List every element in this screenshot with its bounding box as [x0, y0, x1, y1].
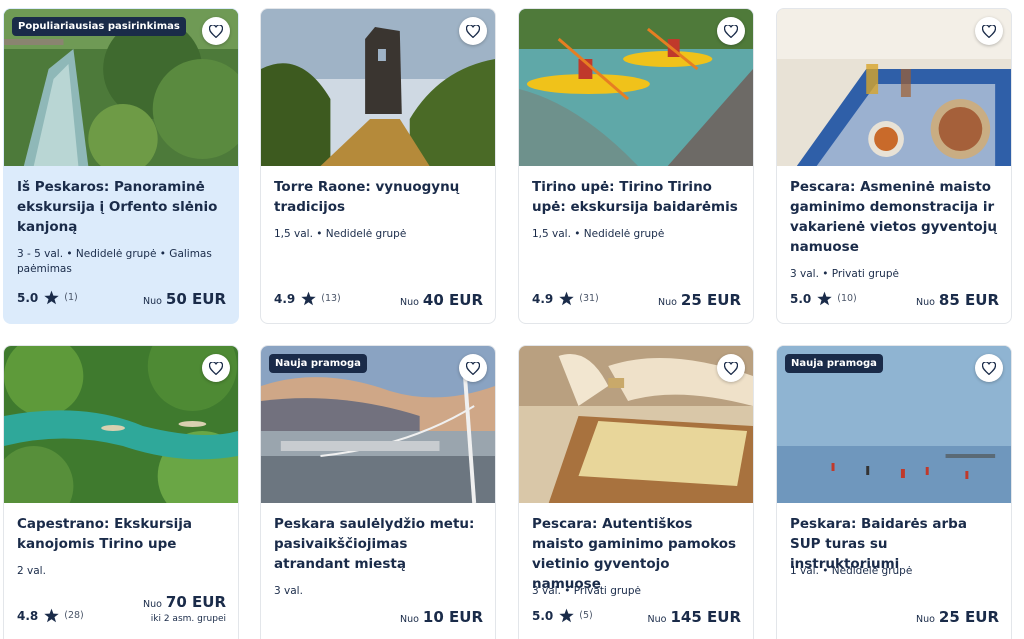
activity-card[interactable]: Capestrano: Ekskursija kanojomis Tirino … — [3, 345, 239, 639]
activity-title[interactable]: Peskara saulėlydžio metu: pasivaikščioji… — [274, 514, 484, 574]
activity-meta: 1 val. • Nedidelė grupė — [790, 565, 913, 577]
activity-meta: 3 val. — [274, 585, 303, 597]
star-icon — [559, 291, 574, 306]
wishlist-heart-icon[interactable] — [202, 17, 230, 45]
price-amount: 50 EUR — [165, 290, 226, 308]
review-count: (13) — [321, 293, 341, 304]
activity-meta: 1,5 val. • Nedidelė grupė — [274, 228, 407, 240]
activity-price: Nuo 145 EUR — [648, 608, 741, 626]
price-prefix: Nuo — [915, 297, 935, 308]
price-amount: 85 EUR — [938, 291, 999, 309]
activity-rating: 5.0 (1) — [17, 290, 78, 305]
wishlist-heart-icon[interactable] — [975, 17, 1003, 45]
activity-card[interactable]: Pescara: Asmeninė maisto gaminimo demons… — [776, 8, 1012, 324]
review-count: (1) — [64, 292, 78, 303]
price-note: iki 2 asm. grupei — [150, 614, 226, 624]
price-amount: 145 EUR — [670, 608, 741, 626]
star-icon — [44, 290, 59, 305]
activity-title[interactable]: Iš Peskaros: Panoraminė ekskursija į Orf… — [17, 177, 227, 237]
rating-value: 5.0 — [790, 291, 812, 306]
price-amount: 25 EUR — [938, 608, 999, 626]
activity-card[interactable]: Populiariausias pasirinkimas Iš Peskaros… — [3, 8, 239, 324]
activity-price: Nuo 85 EUR — [916, 291, 999, 309]
price-prefix: Nuo — [647, 614, 667, 625]
star-icon — [44, 608, 59, 623]
activity-card[interactable]: Nauja pramoga Peskara saulėlydžio metu: … — [260, 345, 496, 639]
price-prefix: Nuo — [142, 296, 162, 307]
rating-value: 4.9 — [532, 291, 554, 306]
activity-price: Nuo 40 EUR — [400, 291, 483, 309]
star-icon — [301, 291, 316, 306]
activity-title[interactable]: Pescara: Autentiškos maisto gaminimo pam… — [532, 514, 742, 594]
wishlist-heart-icon[interactable] — [717, 17, 745, 45]
activity-rating: 5.0 (10) — [790, 291, 857, 306]
price-prefix: Nuo — [399, 297, 419, 308]
wishlist-heart-icon[interactable] — [975, 354, 1003, 382]
activity-card[interactable]: Pescara: Autentiškos maisto gaminimo pam… — [518, 345, 754, 639]
activity-price: Nuo 10 EUR — [400, 608, 483, 626]
activity-card[interactable]: Tirino upė: Tirino Tirino upė: ekskursij… — [518, 8, 754, 324]
activity-rating: 5.0 (5) — [532, 608, 593, 623]
activity-card[interactable]: Nauja pramoga Peskara: Baidarės arba SUP… — [776, 345, 1012, 639]
rating-value: 4.8 — [17, 608, 39, 623]
star-icon — [559, 608, 574, 623]
rating-value: 5.0 — [532, 608, 554, 623]
price-prefix: Nuo — [657, 297, 677, 308]
activity-meta: 1,5 val. • Nedidelė grupė — [532, 228, 665, 240]
wishlist-heart-icon[interactable] — [459, 354, 487, 382]
activity-meta: 3 val. • Privati grupė — [532, 585, 641, 597]
review-count: (5) — [579, 610, 593, 621]
activity-meta: 2 val. — [17, 565, 46, 577]
price-amount: 70 EUR — [165, 593, 226, 611]
activity-price: Nuo 25 EUR — [658, 291, 741, 309]
activity-price: Nuo 70 EUR — [143, 593, 226, 611]
star-icon — [817, 291, 832, 306]
new-activity-badge: Nauja pramoga — [785, 354, 883, 373]
activity-meta: 3 val. • Privati grupė — [790, 268, 899, 280]
wishlist-heart-icon[interactable] — [459, 17, 487, 45]
rating-value: 4.9 — [274, 291, 296, 306]
activity-rating: 4.8 (28) — [17, 608, 84, 623]
activity-card[interactable]: Torre Raone: vynuogynų tradicijos 1,5 va… — [260, 8, 496, 324]
activity-meta: 3 - 5 val. • Nedidelė grupė • Galimas pa… — [17, 248, 212, 275]
activity-price: Nuo 25 EUR — [916, 608, 999, 626]
price-prefix: Nuo — [142, 599, 162, 610]
price-prefix: Nuo — [915, 614, 935, 625]
review-count: (28) — [64, 610, 84, 621]
activity-rating: 4.9 (31) — [532, 291, 599, 306]
new-activity-badge: Nauja pramoga — [269, 354, 367, 373]
activity-title[interactable]: Tirino upė: Tirino Tirino upė: ekskursij… — [532, 177, 742, 217]
activity-title[interactable]: Capestrano: Ekskursija kanojomis Tirino … — [17, 514, 227, 554]
activity-title[interactable]: Pescara: Asmeninė maisto gaminimo demons… — [790, 177, 1000, 257]
wishlist-heart-icon[interactable] — [202, 354, 230, 382]
activity-price: Nuo 50 EUR — [143, 290, 226, 308]
wishlist-heart-icon[interactable] — [717, 354, 745, 382]
price-amount: 10 EUR — [422, 608, 483, 626]
review-count: (10) — [837, 293, 857, 304]
popular-badge: Populiariausias pasirinkimas — [12, 17, 186, 36]
price-prefix: Nuo — [399, 614, 419, 625]
rating-value: 5.0 — [17, 290, 39, 305]
activity-title[interactable]: Torre Raone: vynuogynų tradicijos — [274, 177, 484, 217]
price-amount: 40 EUR — [422, 291, 483, 309]
activity-rating: 4.9 (13) — [274, 291, 341, 306]
price-amount: 25 EUR — [680, 291, 741, 309]
review-count: (31) — [579, 293, 599, 304]
